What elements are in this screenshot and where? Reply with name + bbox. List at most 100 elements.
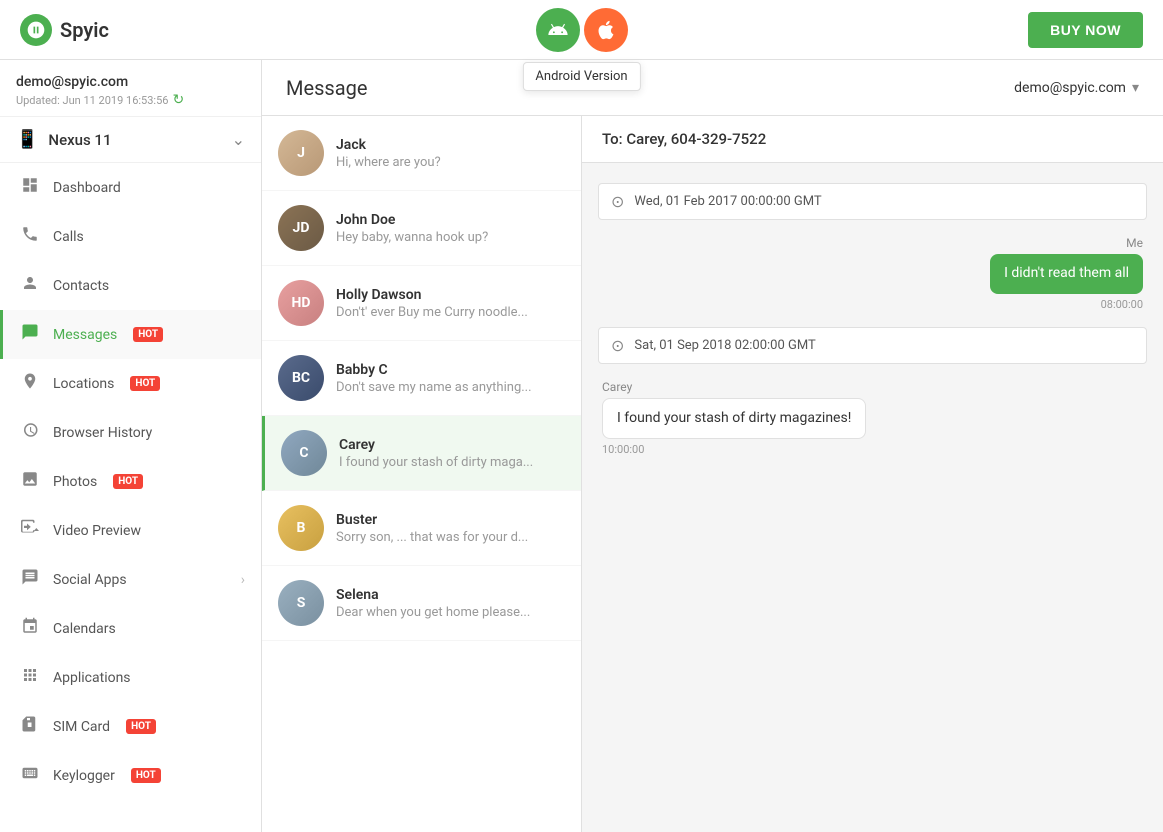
sidebar-item-social-apps[interactable]: Social Apps › [0, 555, 261, 604]
sidebar-item-dashboard[interactable]: Dashboard [0, 163, 261, 212]
hot-badge: HOT [131, 768, 161, 783]
refresh-icon[interactable]: ↻ [172, 92, 184, 108]
date-2-text: Sat, 01 Sep 2018 02:00:00 GMT [634, 338, 815, 353]
sidebar-item-keylogger[interactable]: Keylogger HOT [0, 751, 261, 800]
sidebar-item-label-locations: Locations [53, 376, 114, 392]
contacts-icon [19, 274, 41, 297]
sidebar-item-sim-card[interactable]: SIM Card HOT [0, 702, 261, 751]
chat-area: To: Carey, 604-329-7522 ⊙ Wed, 01 Feb 20… [582, 116, 1163, 832]
contact-info-jack: Jack Hi, where are you? [336, 137, 565, 170]
sidebar-item-calls[interactable]: Calls [0, 212, 261, 261]
user-updated: Updated: Jun 11 2019 16:53:56 ↻ [16, 92, 245, 108]
avatar-john-doe: JD [278, 205, 324, 251]
logo-area: Spyic [20, 14, 109, 46]
video-preview-icon [19, 519, 41, 542]
contact-name-carey: Carey [339, 437, 565, 453]
device-selector[interactable]: 📱 Nexus 11 ⌄ [0, 117, 261, 163]
page-header: Message demo@spyic.com ▾ [262, 60, 1163, 116]
account-chevron-icon: ▾ [1132, 80, 1139, 96]
avatar-babby-c: BC [278, 355, 324, 401]
nav-container: Dashboard Calls Contacts Messages HOT Lo… [0, 163, 261, 800]
page-wrapper: Message demo@spyic.com ▾ J Jack Hi, wher… [262, 60, 1163, 832]
contact-info-babby-c: Babby C Don't save my name as anything..… [336, 362, 565, 395]
sidebar: demo@spyic.com Updated: Jun 11 2019 16:5… [0, 60, 262, 832]
sidebar-item-label-dashboard: Dashboard [53, 180, 121, 196]
contact-info-john-doe: John Doe Hey baby, wanna hook up? [336, 212, 565, 245]
contact-preview-carey: I found your stash of dirty maga... [339, 455, 565, 470]
contact-info-buster: Buster Sorry son, ... that was for your … [336, 512, 565, 545]
contact-item-holly-dawson[interactable]: HD Holly Dawson Don't' ever Buy me Curry… [262, 266, 581, 341]
buy-now-button[interactable]: BUY NOW [1028, 12, 1143, 48]
contact-item-buster[interactable]: B Buster Sorry son, ... that was for you… [262, 491, 581, 566]
date-divider-2[interactable]: ⊙ Sat, 01 Sep 2018 02:00:00 GMT [598, 327, 1147, 364]
collapse-icon: ⊙ [611, 192, 624, 211]
message-2-wrapper: Carey I found your stash of dirty magazi… [582, 374, 1163, 463]
avatar-carey: C [281, 430, 327, 476]
avatar-holly-dawson: HD [278, 280, 324, 326]
contact-item-selena[interactable]: S Selena Dear when you get home please..… [262, 566, 581, 641]
sidebar-item-label-calls: Calls [53, 229, 84, 245]
dashboard-icon [19, 176, 41, 199]
android-tab[interactable] [536, 8, 580, 52]
sidebar-item-messages[interactable]: Messages HOT [0, 310, 261, 359]
message-2-bubble: I found your stash of dirty magazines! [602, 398, 866, 440]
locations-icon [19, 372, 41, 395]
sidebar-item-label-video-preview: Video Preview [53, 523, 141, 539]
device-icon: 📱 [16, 129, 38, 150]
contact-name-babby-c: Babby C [336, 362, 565, 378]
platform-tabs [536, 8, 628, 52]
hot-badge: HOT [130, 376, 160, 391]
sim-card-icon [19, 715, 41, 738]
sidebar-item-label-calendars: Calendars [53, 621, 116, 637]
message-1-bubble: I didn't read them all [990, 254, 1143, 294]
chat-messages: ⊙ Wed, 01 Feb 2017 00:00:00 GMT Me I did… [582, 163, 1163, 832]
message-1-wrapper: Me I didn't read them all 08:00:00 [582, 230, 1163, 317]
sidebar-item-locations[interactable]: Locations HOT [0, 359, 261, 408]
contact-name-selena: Selena [336, 587, 565, 603]
sidebar-item-calendars[interactable]: Calendars [0, 604, 261, 653]
contact-item-carey[interactable]: C Carey I found your stash of dirty maga… [262, 416, 581, 491]
app-header: Spyic Android Version BUY NOW [0, 0, 1163, 60]
platform-tooltip: Android Version [522, 62, 640, 91]
messages-icon [19, 323, 41, 346]
sidebar-item-label-keylogger: Keylogger [53, 768, 115, 784]
contact-preview-john-doe: Hey baby, wanna hook up? [336, 230, 565, 245]
contact-item-jack[interactable]: J Jack Hi, where are you? [262, 116, 581, 191]
contact-name-jack: Jack [336, 137, 565, 153]
sidebar-item-photos[interactable]: Photos HOT [0, 457, 261, 506]
main-layout: demo@spyic.com Updated: Jun 11 2019 16:5… [0, 60, 1163, 832]
sidebar-item-browser-history[interactable]: Browser History [0, 408, 261, 457]
contact-info-carey: Carey I found your stash of dirty maga..… [339, 437, 565, 470]
page-title: Message [286, 76, 367, 100]
message-2-sender: Carey [602, 380, 632, 394]
contact-preview-buster: Sorry son, ... that was for your d... [336, 530, 565, 545]
sidebar-item-contacts[interactable]: Contacts [0, 261, 261, 310]
contact-name-holly-dawson: Holly Dawson [336, 287, 565, 303]
browser-history-icon [19, 421, 41, 444]
contact-preview-jack: Hi, where are you? [336, 155, 565, 170]
nav-arrow-icon: › [241, 572, 245, 588]
hot-badge: HOT [126, 719, 156, 734]
contact-preview-holly-dawson: Don't' ever Buy me Curry noodle... [336, 305, 565, 320]
sidebar-item-applications[interactable]: Applications [0, 653, 261, 702]
contact-item-babby-c[interactable]: BC Babby C Don't save my name as anythin… [262, 341, 581, 416]
contact-info-selena: Selena Dear when you get home please... [336, 587, 565, 620]
calls-icon [19, 225, 41, 248]
device-name: Nexus 11 [48, 131, 111, 149]
sidebar-item-video-preview[interactable]: Video Preview [0, 506, 261, 555]
sidebar-item-label-messages: Messages [53, 327, 117, 343]
message-1-sender: Me [1126, 236, 1143, 250]
date-1-text: Wed, 01 Feb 2017 00:00:00 GMT [634, 194, 821, 209]
ios-tab[interactable] [584, 8, 628, 52]
applications-icon [19, 666, 41, 689]
message-layout: J Jack Hi, where are you? JD John Doe He… [262, 116, 1163, 832]
contact-name-buster: Buster [336, 512, 565, 528]
account-menu[interactable]: demo@spyic.com ▾ [1014, 80, 1139, 96]
date-divider-1[interactable]: ⊙ Wed, 01 Feb 2017 00:00:00 GMT [598, 183, 1147, 220]
hot-badge: HOT [113, 474, 143, 489]
chat-header: To: Carey, 604-329-7522 [582, 116, 1163, 163]
contact-item-john-doe[interactable]: JD John Doe Hey baby, wanna hook up? [262, 191, 581, 266]
user-email: demo@spyic.com [16, 74, 245, 90]
message-2-time: 10:00:00 [602, 443, 644, 456]
social-apps-icon [19, 568, 41, 591]
